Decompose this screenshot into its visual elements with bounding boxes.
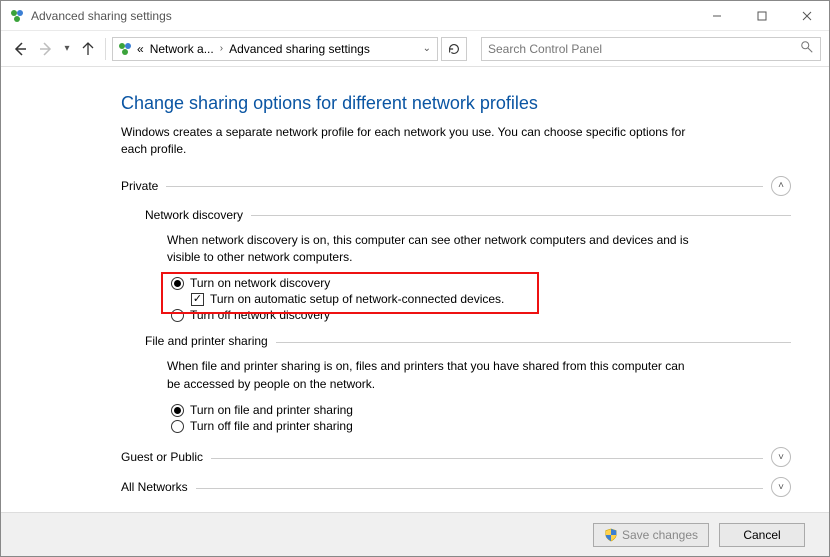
network-discovery-options: Turn on network discovery Turn on automa… — [171, 276, 791, 322]
radio-icon — [171, 420, 184, 433]
forward-button[interactable] — [35, 38, 57, 60]
page-title: Change sharing options for different net… — [121, 93, 791, 114]
checkbox-label: Turn on automatic setup of network-conne… — [210, 292, 504, 306]
profile-header-all[interactable]: All Networks ˅ — [121, 477, 791, 497]
chevron-down-icon[interactable]: ˅ — [771, 477, 791, 497]
app-icon — [9, 8, 25, 24]
search-icon — [800, 40, 814, 57]
cancel-button[interactable]: Cancel — [719, 523, 805, 547]
maximize-button[interactable] — [739, 1, 784, 30]
section-label: Network discovery — [145, 208, 243, 222]
radio-turn-off-file-printer[interactable]: Turn off file and printer sharing — [171, 419, 791, 433]
radio-icon — [171, 277, 184, 290]
profile-header-guest[interactable]: Guest or Public ˅ — [121, 447, 791, 467]
search-input[interactable]: Search Control Panel — [481, 37, 821, 61]
breadcrumb-item-2[interactable]: Advanced sharing settings — [227, 42, 372, 56]
up-button[interactable] — [77, 38, 99, 60]
radio-label: Turn on file and printer sharing — [190, 403, 353, 417]
profile-label-private: Private — [121, 179, 158, 193]
divider — [251, 215, 791, 216]
chevron-up-icon[interactable]: ˄ — [771, 176, 791, 196]
file-printer-options: Turn on file and printer sharing Turn of… — [171, 403, 791, 433]
radio-label: Turn off network discovery — [190, 308, 330, 322]
radio-label: Turn on network discovery — [190, 276, 330, 290]
divider — [196, 488, 763, 489]
section-label: File and printer sharing — [145, 334, 268, 348]
profile-label-guest: Guest or Public — [121, 450, 203, 464]
radio-turn-on-network-discovery[interactable]: Turn on network discovery — [171, 276, 791, 290]
breadcrumb-overflow[interactable]: « — [135, 42, 146, 56]
chevron-down-icon[interactable]: ˅ — [771, 447, 791, 467]
radio-label: Turn off file and printer sharing — [190, 419, 353, 433]
section-network-discovery: Network discovery When network discovery… — [145, 208, 791, 323]
chevron-right-icon: › — [218, 43, 225, 54]
footer: Save changes Cancel — [1, 512, 829, 556]
minimize-button[interactable] — [694, 1, 739, 30]
content-area: Change sharing options for different net… — [1, 67, 829, 512]
radio-icon — [171, 309, 184, 322]
cancel-label: Cancel — [743, 528, 780, 542]
page-description: Windows creates a separate network profi… — [121, 124, 711, 158]
save-changes-button[interactable]: Save changes — [593, 523, 709, 547]
radio-turn-on-file-printer[interactable]: Turn on file and printer sharing — [171, 403, 791, 417]
title-bar: Advanced sharing settings — [1, 1, 829, 31]
refresh-button[interactable] — [441, 37, 467, 61]
window-controls — [694, 1, 829, 30]
section-header-network-discovery: Network discovery — [145, 208, 791, 222]
section-desc-network-discovery: When network discovery is on, this compu… — [167, 232, 697, 267]
divider — [211, 458, 763, 459]
section-file-printer: File and printer sharing When file and p… — [145, 334, 791, 433]
breadcrumb-item-1[interactable]: Network a... — [148, 42, 216, 56]
window-title: Advanced sharing settings — [31, 9, 694, 23]
nav-separator — [105, 38, 106, 60]
checkbox-auto-setup[interactable]: Turn on automatic setup of network-conne… — [191, 292, 791, 306]
divider — [276, 342, 791, 343]
search-placeholder: Search Control Panel — [488, 42, 602, 56]
section-header-file-printer: File and printer sharing — [145, 334, 791, 348]
breadcrumb[interactable]: « Network a... › Advanced sharing settin… — [112, 37, 438, 61]
profile-label-all: All Networks — [121, 480, 188, 494]
radio-turn-off-network-discovery[interactable]: Turn off network discovery — [171, 308, 791, 322]
profile-header-private[interactable]: Private ˄ — [121, 176, 791, 196]
history-dropdown[interactable]: ▾ — [61, 43, 73, 54]
network-icon — [117, 41, 133, 57]
chevron-down-icon[interactable]: ⌄ — [421, 43, 433, 54]
save-label: Save changes — [622, 528, 698, 542]
radio-icon — [171, 404, 184, 417]
shield-icon — [604, 528, 618, 542]
close-button[interactable] — [784, 1, 829, 30]
back-button[interactable] — [9, 38, 31, 60]
nav-bar: ▾ « Network a... › Advanced sharing sett… — [1, 31, 829, 67]
checkbox-icon — [191, 293, 204, 306]
divider — [166, 186, 763, 187]
section-desc-file-printer: When file and printer sharing is on, fil… — [167, 358, 697, 393]
